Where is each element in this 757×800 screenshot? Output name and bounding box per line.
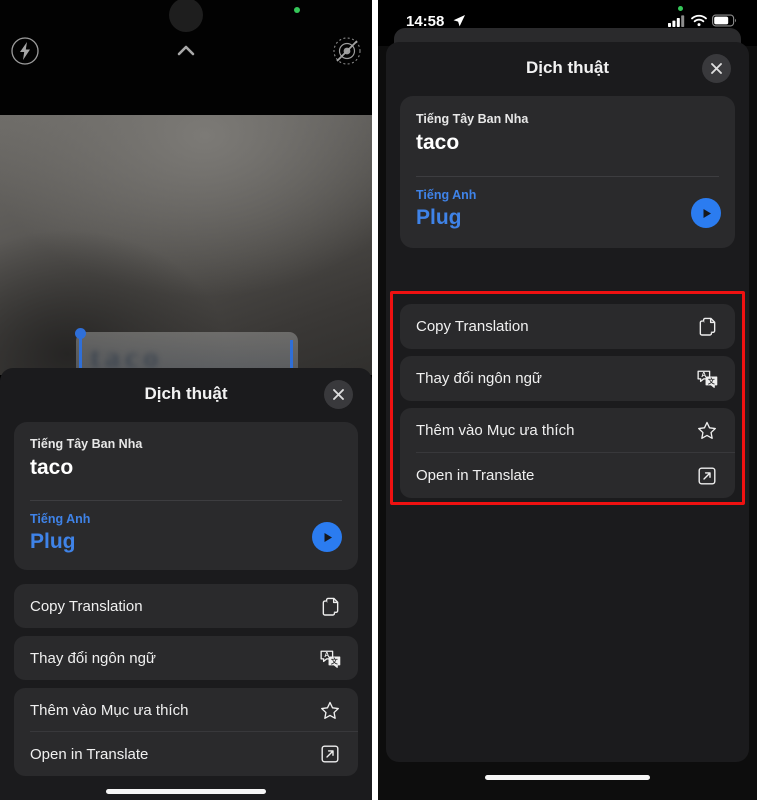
right-source-text: taco (416, 131, 460, 154)
status-bar-indicators (668, 14, 737, 27)
right-action-copy-translation[interactable]: Copy Translation (400, 304, 735, 349)
left-close-button[interactable] (324, 380, 353, 409)
left-target-text: Plug (30, 530, 76, 553)
external-link-icon (695, 464, 719, 488)
close-icon (711, 63, 722, 74)
left-action-label: Copy Translation (30, 597, 143, 615)
copy-icon (318, 594, 342, 618)
left-action-group-copy: Copy Translation (14, 584, 358, 628)
live-photo-off-icon[interactable] (332, 36, 362, 71)
right-phone-screen: 14:58 Dịch thuật Tiếng Tây Ban Nha taco … (378, 0, 757, 800)
left-phone-screen: taco Dịch thuật Tiếng Tây Ban Nha taco T… (0, 0, 372, 800)
right-action-label: Thay đổi ngôn ngữ (416, 370, 542, 387)
right-action-group-more: Thêm vào Mục ưa thích Open in Translate (400, 408, 735, 498)
selection-knob-icon[interactable] (75, 328, 86, 339)
battery-icon (712, 14, 736, 27)
svg-text:文: 文 (706, 376, 714, 385)
left-action-open-in-translate[interactable]: Open in Translate (14, 732, 358, 776)
right-close-button[interactable] (702, 54, 731, 83)
screenshot-pair: taco Dịch thuật Tiếng Tây Ban Nha taco T… (0, 0, 757, 800)
right-sheet-title: Dịch thuật (525, 58, 610, 77)
star-icon (318, 698, 342, 722)
left-play-audio-button[interactable] (312, 522, 342, 552)
chevron-up-icon[interactable] (169, 34, 203, 73)
left-translation-sheet: Dịch thuật Tiếng Tây Ban Nha taco Tiếng … (0, 368, 372, 800)
right-sheet-header: Dịch thuật (386, 42, 749, 96)
left-action-group-more: Thêm vào Mục ưa thích Open in Translate (14, 688, 358, 776)
green-privacy-dot-icon (678, 6, 683, 11)
right-target-text: Plug (416, 206, 462, 229)
camera-icon-row (0, 36, 372, 68)
right-action-group-language: Thay đổi ngôn ngữ A 文 (400, 356, 735, 401)
cellular-signal-icon (668, 15, 685, 27)
left-action-label: Thêm vào Mục ưa thích (30, 701, 189, 719)
right-action-label: Copy Translation (416, 318, 529, 335)
star-icon (695, 419, 719, 443)
left-translation-card: Tiếng Tây Ban Nha taco Tiếng Anh Plug (14, 422, 358, 570)
copy-icon (695, 315, 719, 339)
left-action-change-language[interactable]: Thay đổi ngôn ngữ A 文 (14, 636, 358, 680)
svg-text:文: 文 (329, 656, 337, 665)
right-translation-card: Tiếng Tây Ban Nha taco Tiếng Anh Plug (400, 96, 735, 248)
left-action-add-favourite[interactable]: Thêm vào Mục ưa thích (14, 688, 358, 732)
left-home-indicator[interactable] (106, 789, 266, 794)
right-home-indicator[interactable] (485, 775, 650, 780)
green-privacy-dot-icon (294, 7, 300, 13)
left-action-group-language: Thay đổi ngôn ngữ A 文 (14, 636, 358, 680)
right-action-label: Thêm vào Mục ưa thích (416, 422, 575, 439)
translate-languages-icon: A 文 (695, 367, 719, 391)
play-audio-icon (324, 532, 332, 542)
wifi-icon (691, 14, 707, 27)
right-target-language: Tiếng Anh (416, 188, 477, 202)
right-card-divider (416, 176, 719, 177)
left-action-label: Open in Translate (30, 745, 149, 763)
right-action-group-copy: Copy Translation (400, 304, 735, 349)
left-card-divider (30, 500, 342, 501)
right-action-change-language[interactable]: Thay đổi ngôn ngữ A 文 (400, 356, 735, 401)
right-action-open-in-translate[interactable]: Open in Translate (400, 453, 735, 498)
flash-icon[interactable] (10, 36, 40, 71)
external-link-icon (318, 742, 342, 766)
right-action-add-favourite[interactable]: Thêm vào Mục ưa thích (400, 408, 735, 453)
left-sheet-header: Dịch thuật (0, 368, 372, 422)
play-audio-icon (703, 208, 711, 218)
left-sheet-title: Dịch thuật (144, 384, 228, 403)
left-target-language: Tiếng Anh (30, 512, 91, 526)
right-source-language: Tiếng Tây Ban Nha (416, 112, 529, 126)
left-action-label: Thay đổi ngôn ngữ (30, 649, 156, 667)
left-source-text: taco (30, 456, 74, 479)
translate-languages-icon: A 文 (318, 646, 342, 670)
close-icon (333, 389, 344, 400)
right-action-label: Open in Translate (416, 467, 535, 484)
right-play-audio-button[interactable] (691, 198, 721, 228)
left-action-copy-translation[interactable]: Copy Translation (14, 584, 358, 628)
right-translation-sheet: Dịch thuật Tiếng Tây Ban Nha taco Tiếng … (386, 42, 749, 762)
left-source-language: Tiếng Tây Ban Nha (30, 437, 143, 451)
